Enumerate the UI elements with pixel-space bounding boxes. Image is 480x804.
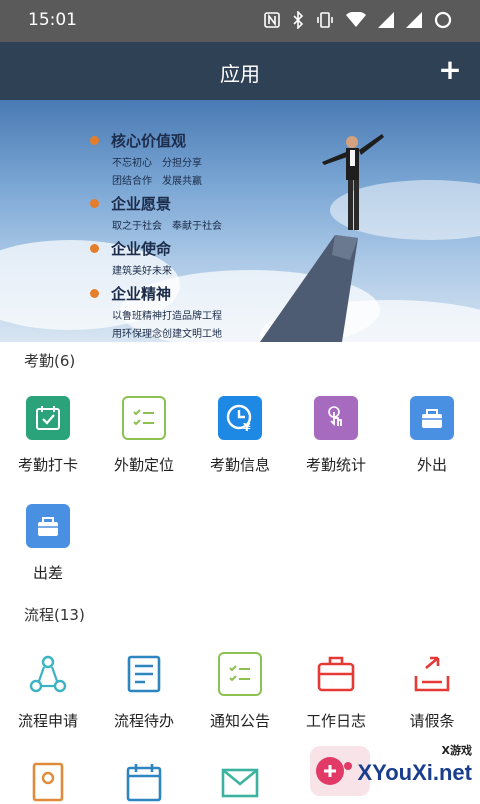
process-todo-button[interactable]: 流程待办: [96, 652, 192, 731]
value-heading: 企业愿景: [111, 195, 172, 213]
contacts-button[interactable]: [0, 760, 96, 804]
process-section-title: 流程(13): [24, 606, 85, 624]
nfc-icon: [264, 12, 280, 32]
status-bar: 15:01: [0, 0, 480, 42]
value-block: 企业使命 建筑美好未来: [90, 238, 222, 277]
watermark-logo: X游戏 XYouXi.net: [300, 736, 480, 800]
signal-icon-2: [406, 12, 422, 32]
go-out-label: 外出: [416, 456, 447, 474]
field-location-button[interactable]: 外勤定位: [96, 396, 192, 475]
briefcase-icon: [314, 652, 358, 696]
attendance-info-button[interactable]: ¥ 考勤信息: [192, 396, 288, 475]
business-trip-button[interactable]: 出差: [0, 504, 96, 583]
process-apply-button[interactable]: 流程申请: [0, 652, 96, 731]
vibrate-icon: [316, 11, 334, 33]
document-list-icon: [122, 652, 166, 696]
attendance-stats-label: 考勤统计: [305, 456, 366, 474]
value-line: 团结合作 发展共赢: [112, 176, 202, 187]
value-line: 以鲁班精神打造品牌工程: [112, 311, 222, 322]
add-button[interactable]: +: [434, 54, 466, 86]
business-trip-label: 出差: [32, 564, 63, 582]
attendance-stats-button[interactable]: 考勤统计: [288, 396, 384, 475]
process-todo-label: 流程待办: [113, 712, 174, 730]
mail-icon: [218, 760, 262, 804]
value-line: 建筑美好未来: [112, 266, 172, 277]
loading-icon: [434, 11, 452, 33]
app-bar: 应用 +: [0, 42, 480, 100]
page-title: 应用: [220, 62, 260, 86]
value-block: 企业精神 以鲁班精神打造品牌工程 用环保理念创建文明工地: [90, 283, 222, 340]
value-block: 企业愿景 取之于社会 奉献于社会: [90, 193, 222, 232]
work-log-label: 工作日志: [305, 712, 366, 730]
contact-card-icon: [26, 760, 70, 804]
status-time: 15:01: [28, 10, 77, 30]
checklist-icon: [122, 396, 166, 440]
company-values-banner: 核心价值观 不忘初心 分担分享 团结合作 发展共赢 企业愿景 取之于社会 奉献于…: [0, 100, 480, 342]
outbox-icon: [410, 652, 454, 696]
clock-yen-icon: ¥: [218, 396, 262, 440]
watermark-brand: XYouXi.net: [357, 760, 473, 785]
company-values-text: 核心价值观 不忘初心 分担分享 团结合作 发展共赢 企业愿景 取之于社会 奉献于…: [90, 124, 222, 340]
tap-hand-icon: [314, 396, 358, 440]
value-heading: 企业精神: [111, 285, 172, 303]
attendance-info-label: 考勤信息: [209, 456, 270, 474]
notice-button[interactable]: 通知公告: [192, 652, 288, 731]
calendar-button[interactable]: [96, 760, 192, 804]
process-apply-label: 流程申请: [17, 712, 78, 730]
svg-text:¥: ¥: [243, 421, 251, 433]
status-icons: [264, 10, 452, 33]
man-on-cliff-image: [260, 134, 384, 342]
calendar-icon: [122, 760, 166, 804]
attendance-punch-label: 考勤打卡: [17, 456, 78, 474]
watermark-tag: X游戏: [441, 744, 472, 757]
value-line: 用环保理念创建文明工地: [112, 329, 222, 340]
bluetooth-icon: [292, 10, 304, 33]
checklist-icon: [218, 652, 262, 696]
work-log-button[interactable]: 工作日志: [288, 652, 384, 731]
bag-icon: [410, 396, 454, 440]
leave-request-button[interactable]: 请假条: [384, 652, 480, 731]
go-out-button[interactable]: 外出: [384, 396, 480, 475]
calendar-check-icon: [26, 396, 70, 440]
attendance-punch-button[interactable]: 考勤打卡: [0, 396, 96, 475]
signal-icon: [378, 12, 394, 32]
value-heading: 企业使命: [111, 240, 172, 258]
notice-label: 通知公告: [209, 712, 270, 730]
value-line: 不忘初心 分担分享: [112, 158, 202, 169]
share-nodes-icon: [26, 652, 70, 696]
wifi-icon: [346, 11, 366, 32]
leave-request-label: 请假条: [409, 712, 455, 730]
mail-button[interactable]: [192, 760, 288, 804]
attendance-section-title: 考勤(6): [24, 352, 76, 370]
value-block: 核心价值观 不忘初心 分担分享 团结合作 发展共赢: [90, 130, 222, 187]
value-line: 取之于社会 奉献于社会: [112, 221, 222, 232]
value-heading: 核心价值观: [111, 132, 187, 150]
suitcase-icon: [26, 504, 70, 548]
field-location-label: 外勤定位: [113, 456, 174, 474]
